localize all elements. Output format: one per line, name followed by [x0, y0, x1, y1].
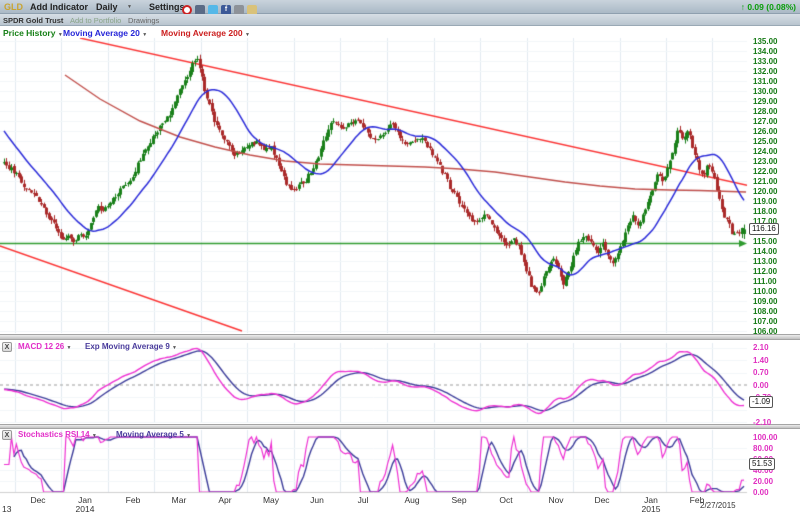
price-change-readout: ↑ 0.09 (0.08%) — [741, 2, 796, 12]
stoch-close-button[interactable]: X — [2, 430, 12, 440]
macd-close-button[interactable]: X — [2, 342, 12, 352]
month-label: Aug — [404, 495, 419, 505]
caret-icon: ▼ — [142, 32, 147, 38]
axis-tick-label: 80.00 — [753, 444, 773, 453]
settings-button[interactable]: Settings — [149, 2, 185, 12]
axis-tick-label: 125.00 — [753, 137, 777, 146]
month-label: Mar — [172, 495, 187, 505]
macd-title-dropdown[interactable]: MACD 12 26 ▼ — [18, 342, 71, 351]
axis-tick-label: 107.00 — [753, 317, 777, 326]
month-label: Jun — [310, 495, 324, 505]
month-label: Dec — [594, 495, 609, 505]
change-up-arrow-icon: ↑ — [741, 2, 745, 12]
caret-icon: ▼ — [186, 433, 191, 439]
axis-tick-label: 126.00 — [753, 127, 777, 136]
axis-tick-label: 122.00 — [753, 167, 777, 176]
last-price-box: 116.16 — [749, 223, 779, 235]
axis-tick-label: 111.00 — [753, 277, 777, 286]
axis-tick-label: 123.00 — [753, 157, 777, 166]
axis-tick-label: 112.00 — [753, 267, 777, 276]
month-label: Sep — [451, 495, 466, 505]
panel-divider[interactable] — [0, 424, 800, 429]
axis-tick-label: -2.10 — [753, 418, 771, 427]
caret-icon: ▼ — [92, 433, 97, 439]
axis-tick-label: 106.00 — [753, 327, 777, 336]
axis-tick-label: 1.40 — [753, 356, 769, 365]
axis-tick-label: 113.00 — [753, 257, 777, 266]
month-label: Dec — [30, 495, 45, 505]
subbar: SPDR Gold Trust Add to Portfolio Drawing… — [0, 14, 800, 26]
add-indicator-button[interactable]: Add Indicator — [30, 2, 88, 12]
axis-tick-label: 131.00 — [753, 77, 777, 86]
year-label: 2015 — [642, 504, 661, 514]
axis-tick-label: 135.00 — [753, 37, 777, 46]
price-history-dropdown[interactable]: Price History ▼ — [3, 28, 63, 38]
symbol-label: GLD — [4, 2, 23, 12]
period-dropdown[interactable]: Daily — [96, 2, 118, 12]
end-date-label: 2/27/2015 — [700, 501, 736, 510]
month-label: Apr — [218, 495, 231, 505]
macd-overlay-dropdown[interactable]: Exp Moving Average 9 ▼ — [85, 342, 177, 351]
macd-value-box: -1.09 — [749, 396, 773, 408]
ma20-dropdown[interactable]: Moving Average 20 ▼ — [63, 28, 147, 38]
month-label: Oct — [499, 495, 512, 505]
toolbar: GLD Add Indicator Daily ▼ Settings f ↑ 0… — [0, 0, 800, 14]
period-caret-icon[interactable]: ▼ — [127, 4, 132, 10]
change-text: 0.09 (0.08%) — [747, 2, 796, 12]
year-label: 2014 — [76, 504, 95, 514]
instrument-name: SPDR Gold Trust — [3, 16, 63, 25]
caret-icon: ▼ — [66, 345, 71, 351]
axis-tick-label: 20.00 — [753, 477, 773, 486]
axis-tick-label: 127.00 — [753, 117, 777, 126]
add-to-portfolio-link[interactable]: Add to Portfolio — [70, 16, 121, 25]
month-label: Jul — [358, 495, 369, 505]
month-label: May — [263, 495, 279, 505]
axis-tick-label: 0.00 — [753, 488, 769, 497]
axis-tick-label: 110.00 — [753, 287, 777, 296]
axis-tick-label: 115.00 — [753, 237, 777, 246]
ma200-dropdown[interactable]: Moving Average 200 ▼ — [161, 28, 250, 38]
axis-tick-label: 119.00 — [753, 197, 777, 206]
month-label: Feb — [126, 495, 141, 505]
axis-tick-label: 118.00 — [753, 207, 777, 216]
axis-tick-label: 0.70 — [753, 368, 769, 377]
caret-icon: ▼ — [245, 32, 250, 38]
axis-tick-label: 121.00 — [753, 177, 777, 186]
month-label: Nov — [548, 495, 563, 505]
axis-tick-label: 132.00 — [753, 67, 777, 76]
axis-tick-label: 130.00 — [753, 87, 777, 96]
axis-tick-label: 133.00 — [753, 57, 777, 66]
drawings-button[interactable]: Drawings — [128, 16, 159, 25]
axis-tick-label: 0.00 — [753, 381, 769, 390]
axis-tick-label: 128.00 — [753, 107, 777, 116]
caret-icon: ▼ — [172, 345, 177, 351]
axis-tick-label: 134.00 — [753, 47, 777, 56]
axis-tick-label: 108.00 — [753, 307, 777, 316]
stoch-overlay-dropdown[interactable]: Moving Average 5 ▼ — [116, 430, 191, 439]
axis-tick-label: 129.00 — [753, 97, 777, 106]
axis-tick-label: 2.10 — [753, 343, 769, 352]
axis-tick-label: 100.00 — [753, 433, 777, 442]
charting-app: GLD Add Indicator Daily ▼ Settings f ↑ 0… — [0, 0, 800, 516]
axis-tick-label: 109.00 — [753, 297, 777, 306]
stoch-title-dropdown[interactable]: Stochastics RSI 14 ▼ — [18, 430, 97, 439]
axis-tick-label: 120.00 — [753, 187, 777, 196]
axis-tick-label: 114.00 — [753, 247, 777, 256]
stoch-value-box: 51.53 — [749, 458, 775, 470]
left-year-label: 13 — [2, 504, 11, 514]
axis-tick-label: 124.00 — [753, 147, 777, 156]
panel-divider[interactable] — [0, 334, 800, 340]
